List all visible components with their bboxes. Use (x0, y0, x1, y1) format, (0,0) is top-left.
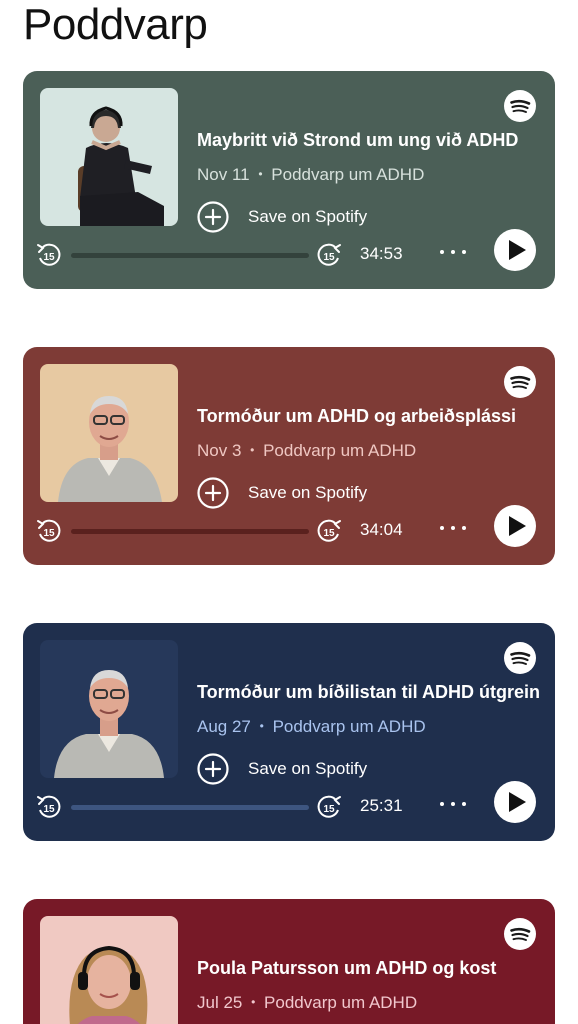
episode-cover-image[interactable] (40, 88, 178, 226)
page-title: Poddvarp (23, 0, 208, 49)
meta-separator: • (251, 995, 256, 1009)
svg-text:15: 15 (43, 252, 55, 263)
episode-cover-image[interactable] (40, 364, 178, 502)
episode-meta: Jul 25 • Poddvarp um ADHD (197, 991, 417, 1014)
spotify-icon[interactable] (504, 918, 536, 950)
skip-forward-15-icon[interactable]: 15 (316, 242, 342, 268)
skip-back-15-icon[interactable]: 15 (36, 242, 62, 268)
playback-controls: 15 15 34:04 (36, 505, 536, 547)
skip-back-15-icon[interactable]: 15 (36, 518, 62, 544)
meta-separator: • (250, 443, 255, 457)
svg-text:15: 15 (323, 528, 335, 539)
episode-card[interactable]: Maybritt við Strond um ung við ADHD Nov … (23, 71, 555, 289)
episode-date: Jul 25 (197, 993, 243, 1012)
skip-forward-15-icon[interactable]: 15 (316, 794, 342, 820)
show-name-link[interactable]: Poddvarp um ADHD (264, 993, 417, 1012)
meta-separator: • (258, 167, 263, 181)
svg-text:15: 15 (43, 804, 55, 815)
spotify-icon[interactable] (504, 90, 536, 122)
episode-cover-image[interactable] (40, 916, 178, 1024)
play-button[interactable] (494, 781, 536, 823)
episode-meta: Nov 11 • Poddvarp um ADHD (197, 163, 424, 186)
play-icon (509, 240, 526, 260)
more-dots-icon[interactable] (438, 517, 468, 539)
episode-meta: Aug 27 • Poddvarp um ADHD (197, 715, 426, 738)
episode-title[interactable]: Tormóður um ADHD og arbeiðsplássi (197, 404, 541, 428)
episode-date: Aug 27 (197, 717, 251, 736)
episode-card[interactable]: Tormóður um ADHD og arbeiðsplássi Nov 3 … (23, 347, 555, 565)
progress-bar[interactable] (71, 805, 309, 810)
episode-date: Nov 3 (197, 441, 242, 460)
episode-title[interactable]: Tormóður um bíðilistan til ADHD útgreini… (197, 680, 541, 704)
playback-controls: 15 15 25:31 (36, 781, 536, 823)
save-label: Save on Spotify (248, 207, 368, 226)
svg-text:15: 15 (323, 252, 335, 263)
show-name-link[interactable]: Poddvarp um ADHD (263, 441, 416, 460)
play-icon (509, 792, 526, 812)
svg-text:15: 15 (323, 804, 335, 815)
show-name-link[interactable]: Poddvarp um ADHD (271, 165, 424, 184)
meta-separator: • (259, 719, 264, 733)
save-label: Save on Spotify (248, 759, 368, 778)
episode-date: Nov 11 (197, 165, 250, 184)
episode-cover-image[interactable] (40, 640, 178, 778)
svg-text:15: 15 (43, 528, 55, 539)
episode-duration: 34:04 (360, 520, 403, 539)
save-label: Save on Spotify (248, 483, 368, 502)
play-button[interactable] (494, 229, 536, 271)
play-icon (509, 516, 526, 536)
episode-duration: 34:53 (360, 244, 403, 263)
spotify-icon[interactable] (504, 642, 536, 674)
episode-meta: Nov 3 • Poddvarp um ADHD (197, 439, 416, 462)
episode-card[interactable]: Poula Patursson um ADHD og kost Jul 25 •… (23, 899, 555, 1024)
more-dots-icon[interactable] (438, 241, 468, 263)
episode-title[interactable]: Poula Patursson um ADHD og kost (197, 956, 541, 980)
playback-controls: 15 15 34:53 (36, 229, 536, 271)
progress-bar[interactable] (71, 529, 309, 534)
skip-forward-15-icon[interactable]: 15 (316, 518, 342, 544)
skip-back-15-icon[interactable]: 15 (36, 794, 62, 820)
play-button[interactable] (494, 505, 536, 547)
progress-bar[interactable] (71, 253, 309, 258)
more-dots-icon[interactable] (438, 793, 468, 815)
episode-card[interactable]: Tormóður um bíðilistan til ADHD útgreini… (23, 623, 555, 841)
spotify-icon[interactable] (504, 366, 536, 398)
episode-title[interactable]: Maybritt við Strond um ung við ADHD (197, 128, 541, 152)
episode-duration: 25:31 (360, 796, 403, 815)
show-name-link[interactable]: Poddvarp um ADHD (273, 717, 426, 736)
